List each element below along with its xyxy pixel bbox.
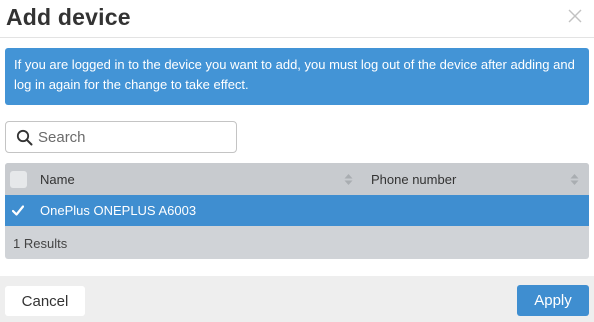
sort-arrows-icon[interactable] — [344, 173, 353, 186]
device-name: OnePlus ONEPLUS A6003 — [40, 203, 197, 218]
search-icon — [16, 129, 33, 146]
add-device-dialog: Add device If you are logged in to the d… — [0, 0, 594, 322]
close-icon[interactable] — [564, 5, 586, 27]
dialog-title: Add device — [6, 4, 131, 30]
select-all-checkbox[interactable] — [10, 171, 27, 188]
table-row[interactable]: OnePlus ONEPLUS A6003 — [5, 195, 589, 226]
search-input[interactable] — [38, 122, 233, 152]
checkmark-icon[interactable] — [12, 205, 24, 216]
search-box[interactable] — [5, 121, 237, 153]
apply-button[interactable]: Apply — [517, 285, 589, 316]
info-banner: If you are logged in to the device you w… — [5, 48, 589, 105]
column-header-name[interactable]: Name — [40, 172, 75, 187]
results-count: 1 Results — [13, 236, 68, 251]
info-message: If you are logged in to the device you w… — [14, 57, 575, 92]
dialog-header: Add device — [0, 0, 594, 38]
device-table: Name Phone number OnePlus ONEPLUS A6003 … — [5, 163, 589, 259]
dialog-footer: Cancel Apply — [0, 276, 594, 322]
sort-arrows-icon[interactable] — [570, 173, 579, 186]
cancel-button[interactable]: Cancel — [5, 286, 85, 316]
column-header-phone[interactable]: Phone number — [371, 172, 456, 187]
table-header: Name Phone number — [5, 163, 589, 195]
